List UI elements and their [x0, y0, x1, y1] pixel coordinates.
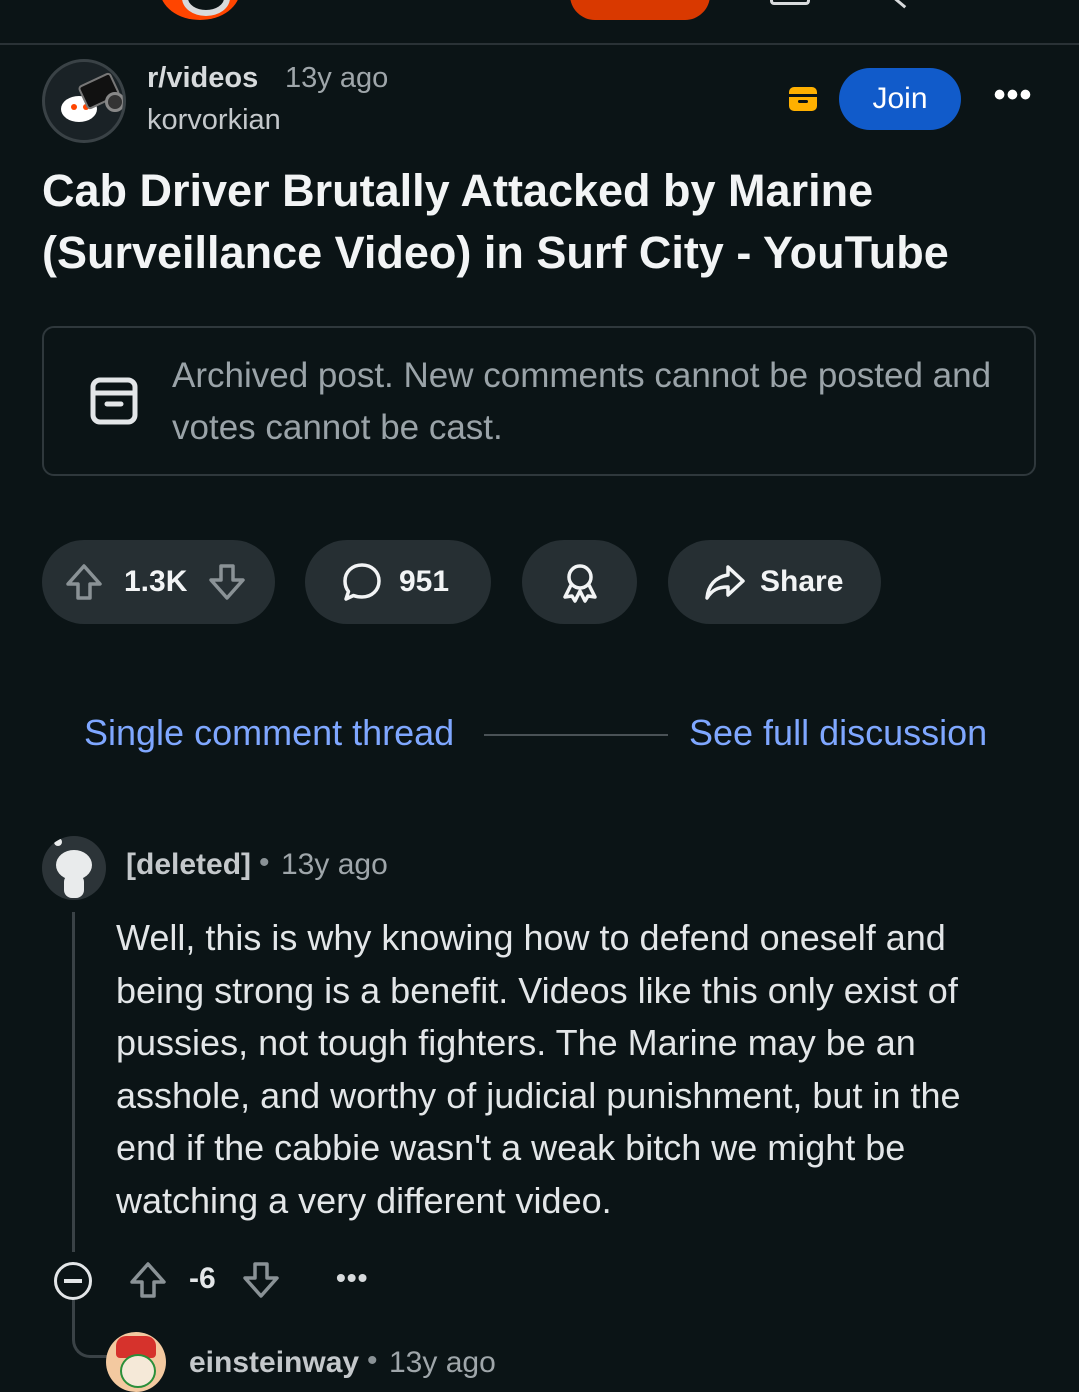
post-score: 1.3K	[124, 565, 188, 598]
comment-author[interactable]: [deleted]	[126, 848, 251, 882]
comment-more-options-button[interactable]: •••	[336, 1262, 368, 1294]
comment-bubble-icon	[343, 563, 381, 601]
subreddit-name[interactable]: r/videos	[147, 62, 258, 95]
thread-line[interactable]	[72, 912, 75, 1252]
archived-notice-text: Archived post. New comments cannot be po…	[172, 356, 992, 447]
reply-author-avatar[interactable]	[106, 1332, 166, 1392]
reply-timestamp: 13y ago	[389, 1346, 496, 1379]
comment-count: 951	[399, 565, 450, 598]
subreddit-avatar[interactable]	[42, 59, 126, 143]
comment-score: -6	[189, 1262, 216, 1295]
downvote-icon[interactable]	[207, 562, 247, 602]
share-label: Share	[760, 565, 844, 598]
post-title: Cab Driver Brutally Attacked by Marine (…	[42, 165, 949, 278]
comments-button[interactable]: 951	[305, 540, 491, 624]
award-button[interactable]	[522, 540, 637, 624]
thread-nav-divider	[484, 734, 668, 736]
vote-control: 1.3K	[42, 540, 275, 624]
post-timestamp: 13y ago	[285, 62, 389, 94]
search-icon[interactable]	[892, 0, 914, 9]
snoo-eye-icon	[71, 104, 77, 110]
share-icon	[705, 565, 745, 600]
comment-body: Well, this is why knowing how to defend …	[116, 917, 961, 1221]
share-button[interactable]: Share	[668, 540, 881, 624]
more-options-button[interactable]: •••	[990, 78, 1036, 120]
comment-timestamp: 13y ago	[281, 848, 388, 881]
inbox-icon[interactable]	[770, 0, 810, 5]
see-full-discussion-link[interactable]: See full discussion	[689, 712, 987, 754]
reddit-logo-icon[interactable]	[160, 0, 240, 20]
reply-connector	[72, 1320, 112, 1358]
archived-badge-icon	[789, 87, 817, 111]
comment-author-avatar[interactable]	[42, 836, 106, 900]
avatar-face-icon	[120, 1354, 156, 1388]
archive-icon	[90, 377, 138, 425]
snoo-body-icon	[64, 874, 84, 898]
camera-lens-icon	[105, 92, 123, 112]
comment-upvote-icon[interactable]	[128, 1260, 168, 1300]
single-comment-thread-link[interactable]: Single comment thread	[84, 712, 454, 754]
join-button[interactable]: Join	[839, 68, 961, 130]
archived-notice: Archived post. New comments cannot be po…	[42, 326, 1036, 476]
top-navigation-bar	[0, 0, 1079, 45]
separator-dot: •	[259, 846, 270, 879]
post-author[interactable]: korvorkian	[147, 104, 281, 137]
reply-author[interactable]: einsteinway	[189, 1346, 359, 1380]
snoo-antenna-icon	[54, 838, 62, 846]
create-button[interactable]	[570, 0, 710, 20]
upvote-icon[interactable]	[64, 562, 104, 602]
collapse-thread-icon[interactable]	[54, 1262, 92, 1300]
award-icon	[562, 564, 597, 603]
separator-dot: •	[367, 1344, 378, 1377]
comment-downvote-icon[interactable]	[241, 1260, 281, 1300]
